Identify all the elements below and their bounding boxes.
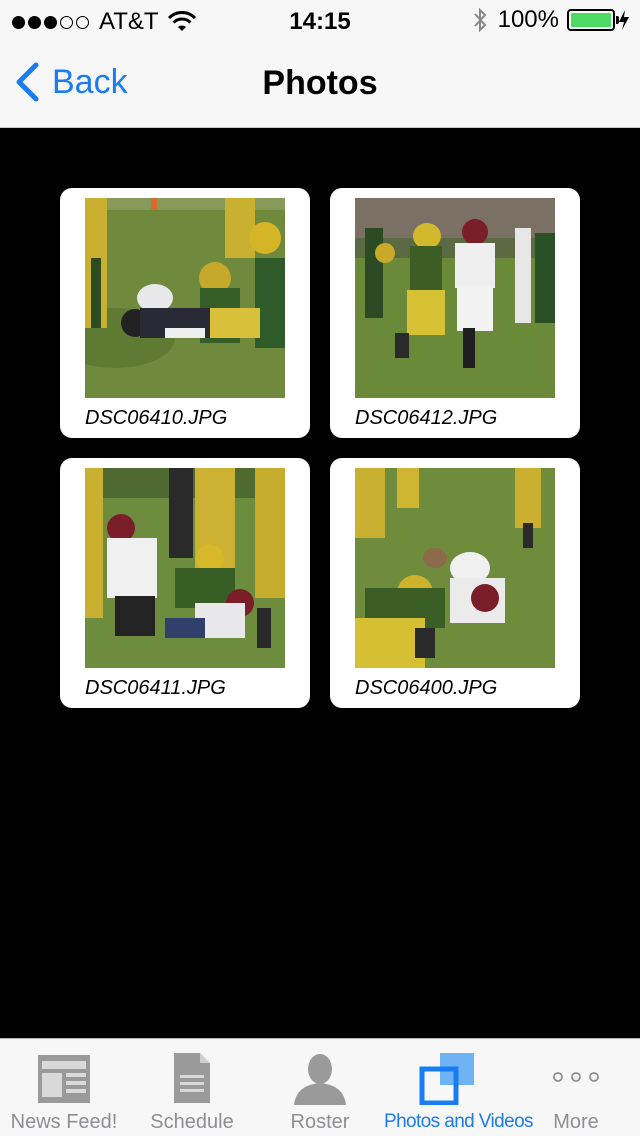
tab-bar: News Feed! Schedule Roster Photos and Vi… xyxy=(0,1038,640,1136)
status-bar: AT&T 14:15 100% xyxy=(0,0,640,40)
charging-bolt-icon xyxy=(619,10,629,30)
photo-card[interactable]: DSC06411.JPG xyxy=(60,458,310,708)
signal-dot xyxy=(28,15,41,29)
carrier-name: AT&T xyxy=(99,8,159,35)
photo-thumbnail xyxy=(355,468,555,668)
photo-thumbnail xyxy=(85,468,285,668)
photo-card[interactable]: DSC06412.JPG xyxy=(330,188,580,438)
battery-icon xyxy=(567,9,619,31)
chevron-left-icon xyxy=(16,62,39,102)
tab-label: More xyxy=(553,1111,599,1133)
tab-news-feed[interactable]: News Feed! xyxy=(0,1039,128,1136)
photo-thumbnail xyxy=(355,198,555,398)
battery-percent: 100% xyxy=(497,6,559,33)
tab-label: Roster xyxy=(290,1111,350,1133)
photo-card[interactable]: DSC06400.JPG xyxy=(330,458,580,708)
photo-thumbnail xyxy=(85,198,285,398)
tab-label: Photos and Videos xyxy=(384,1111,534,1132)
tab-schedule[interactable]: Schedule xyxy=(128,1039,256,1136)
photos-icon xyxy=(419,1053,474,1105)
back-button[interactable]: Back xyxy=(14,62,128,102)
wifi-icon xyxy=(167,11,196,31)
more-dots-icon xyxy=(553,1072,599,1082)
signal-dot xyxy=(44,15,57,29)
tab-label: News Feed! xyxy=(10,1111,118,1133)
tab-more[interactable]: More xyxy=(512,1039,640,1136)
photo-filename: DSC06410.JPG xyxy=(85,407,228,429)
tab-label: Schedule xyxy=(150,1111,234,1133)
photo-card[interactable]: DSC06410.JPG xyxy=(60,188,310,438)
status-left: AT&T xyxy=(12,8,197,36)
football-photo-image xyxy=(355,198,555,398)
signal-dot xyxy=(60,15,73,29)
top-bar: AT&T 14:15 100% Back Photos xyxy=(0,0,640,128)
football-photo-image xyxy=(85,468,285,668)
tab-photos-and-videos[interactable]: Photos and Videos xyxy=(384,1039,534,1136)
signal-dot xyxy=(76,15,89,29)
battery-fill xyxy=(571,13,611,27)
newspaper-icon xyxy=(38,1055,90,1103)
bluetooth-icon xyxy=(473,7,486,33)
football-photo-image xyxy=(355,468,555,668)
football-photo-image xyxy=(85,198,285,398)
signal-dot xyxy=(12,15,25,29)
person-icon xyxy=(294,1054,346,1105)
status-right: 100% xyxy=(472,6,630,34)
navigation-bar: Back Photos xyxy=(0,40,640,128)
tab-roster[interactable]: Roster xyxy=(256,1039,384,1136)
signal-strength-icon xyxy=(12,15,89,29)
photo-filename: DSC06411.JPG xyxy=(85,677,226,699)
photo-filename: DSC06412.JPG xyxy=(355,407,498,429)
photo-grid: DSC06410.JPG DSC06412.JPG DSC06411.JPG D… xyxy=(60,188,580,708)
document-icon xyxy=(174,1053,210,1103)
back-button-label: Back xyxy=(52,62,128,101)
photo-filename: DSC06400.JPG xyxy=(355,677,498,699)
